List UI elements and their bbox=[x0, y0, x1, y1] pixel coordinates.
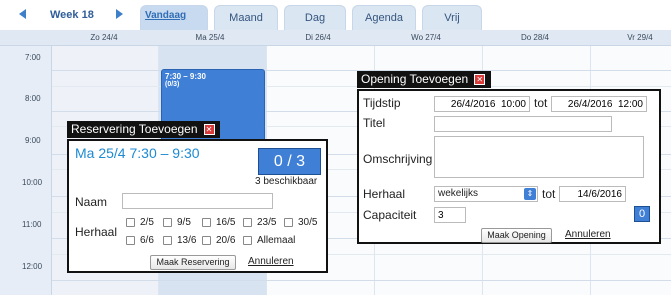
time-label: 8:00 bbox=[25, 94, 41, 103]
repeat-until-input[interactable] bbox=[559, 186, 626, 202]
day-header-friday: Vr 29/4 bbox=[627, 33, 653, 42]
reservation-dialog-title: Reservering Toevoegen ✕ bbox=[67, 121, 220, 138]
today-link[interactable]: Vandaag bbox=[145, 10, 186, 21]
description-textarea[interactable] bbox=[434, 136, 644, 178]
tab-day[interactable]: Dag bbox=[284, 5, 346, 30]
repeat-option-label: 9/5 bbox=[177, 217, 191, 228]
repeat-option-label: 13/6 bbox=[177, 235, 197, 246]
repeat-label: Herhaal bbox=[75, 225, 118, 239]
checkbox[interactable] bbox=[202, 218, 211, 227]
description-label: Omschrijving bbox=[363, 152, 433, 166]
repeat-option-all[interactable]: Allemaal bbox=[243, 235, 295, 246]
previous-week-arrow-icon[interactable] bbox=[19, 9, 26, 19]
repeat-option-label: Allemaal bbox=[257, 235, 296, 246]
checkbox[interactable] bbox=[163, 218, 172, 227]
top-navigation: Week 18 Vandaag Maand Dag Agenda Vrij bbox=[0, 0, 671, 30]
repeat-option[interactable]: 6/6 bbox=[126, 235, 154, 246]
day-header-tuesday: Di 26/4 bbox=[305, 33, 331, 42]
checkbox[interactable] bbox=[202, 236, 211, 245]
repeat-option-label: 23/5 bbox=[257, 217, 277, 228]
day-header-thursday: Do 28/4 bbox=[520, 33, 550, 42]
capacity-badge: 0 bbox=[634, 206, 650, 222]
to-label: tot bbox=[534, 96, 548, 110]
close-icon[interactable]: ✕ bbox=[474, 74, 486, 85]
time-label: 12:00 bbox=[22, 262, 43, 271]
repeat-option[interactable]: 9/5 bbox=[163, 217, 191, 228]
capacity-label: Capaciteit bbox=[363, 208, 417, 222]
time-gutter bbox=[0, 46, 52, 295]
cancel-reservation-link[interactable]: Annuleren bbox=[248, 256, 294, 267]
time-label: 11:00 bbox=[22, 220, 42, 229]
next-week-arrow-icon[interactable] bbox=[116, 9, 123, 19]
checkbox[interactable] bbox=[243, 218, 252, 227]
checkbox[interactable] bbox=[284, 218, 293, 227]
day-header-monday: Ma 25/4 bbox=[195, 33, 225, 42]
repeat-option[interactable]: 2/5 bbox=[126, 217, 154, 228]
opening-title-text: Opening Toevoegen bbox=[361, 72, 469, 86]
tab-free[interactable]: Vrij bbox=[422, 5, 482, 30]
tab-month[interactable]: Maand bbox=[214, 5, 278, 30]
title-label: Titel bbox=[363, 116, 386, 130]
week-label: Week 18 bbox=[50, 9, 94, 21]
day-header-wednesday: Wo 27/4 bbox=[411, 33, 441, 42]
repeat-option-label: 30/5 bbox=[298, 217, 318, 228]
opening-dialog: Tijdstip tot Titel Omschrijving Herhaal … bbox=[357, 89, 661, 244]
day-header-row: Zo 24/4 Ma 25/4 Di 26/4 Wo 27/4 Do 28/4 … bbox=[0, 30, 671, 46]
start-datetime-input[interactable] bbox=[434, 96, 530, 112]
repeat-option-label: 2/5 bbox=[140, 217, 154, 228]
hour-line bbox=[52, 280, 671, 281]
repeat-option[interactable]: 30/5 bbox=[284, 217, 317, 228]
checkbox[interactable] bbox=[163, 236, 172, 245]
event-count: (0/3) bbox=[165, 81, 180, 88]
repeat-select[interactable]: wekelijks ⇕ bbox=[434, 186, 538, 202]
make-reservation-button[interactable]: Maak Reservering bbox=[150, 255, 236, 270]
time-label: Tijdstip bbox=[363, 96, 401, 110]
available-count: 3 beschikbaar bbox=[255, 176, 318, 187]
make-opening-button[interactable]: Maak Opening bbox=[481, 228, 552, 243]
checkbox[interactable] bbox=[126, 218, 135, 227]
reservation-title-text: Reservering Toevoegen bbox=[71, 122, 198, 136]
chevron-updown-icon: ⇕ bbox=[524, 188, 536, 200]
name-input[interactable] bbox=[122, 193, 273, 209]
repeat-until-label: tot bbox=[542, 187, 556, 201]
cancel-opening-link[interactable]: Annuleren bbox=[565, 229, 611, 240]
capacity-input[interactable] bbox=[434, 207, 466, 223]
repeat-option[interactable]: 20/6 bbox=[202, 235, 235, 246]
tab-agenda[interactable]: Agenda bbox=[352, 5, 416, 30]
opening-dialog-title: Opening Toevoegen ✕ bbox=[357, 71, 491, 88]
checkbox[interactable] bbox=[243, 236, 252, 245]
time-label: 9:00 bbox=[25, 136, 41, 145]
repeat-option[interactable]: 13/6 bbox=[163, 235, 196, 246]
reservation-dialog: Ma 25/4 7:30 – 9:30 0 / 3 3 beschikbaar … bbox=[67, 139, 328, 273]
repeat-label: Herhaal bbox=[363, 187, 406, 201]
repeat-option[interactable]: 23/5 bbox=[243, 217, 276, 228]
repeat-option[interactable]: 16/5 bbox=[202, 217, 235, 228]
time-label: 7:00 bbox=[25, 53, 41, 62]
close-icon[interactable]: ✕ bbox=[203, 124, 215, 135]
reservation-count-box: 0 / 3 bbox=[258, 148, 321, 175]
repeat-option-label: 16/5 bbox=[216, 217, 236, 228]
end-datetime-input[interactable] bbox=[551, 96, 647, 112]
event-time: 7:30 – 9:30 bbox=[165, 72, 206, 81]
reservation-date-time: Ma 25/4 7:30 – 9:30 bbox=[75, 145, 200, 161]
name-label: Naam bbox=[75, 195, 108, 209]
repeat-option-label: 6/6 bbox=[140, 235, 154, 246]
day-header-sunday: Zo 24/4 bbox=[90, 33, 118, 42]
title-input[interactable] bbox=[434, 116, 612, 132]
time-label: 10:00 bbox=[22, 178, 43, 187]
repeat-select-value: wekelijks bbox=[438, 188, 479, 199]
repeat-option-label: 20/6 bbox=[216, 235, 236, 246]
checkbox[interactable] bbox=[126, 236, 135, 245]
